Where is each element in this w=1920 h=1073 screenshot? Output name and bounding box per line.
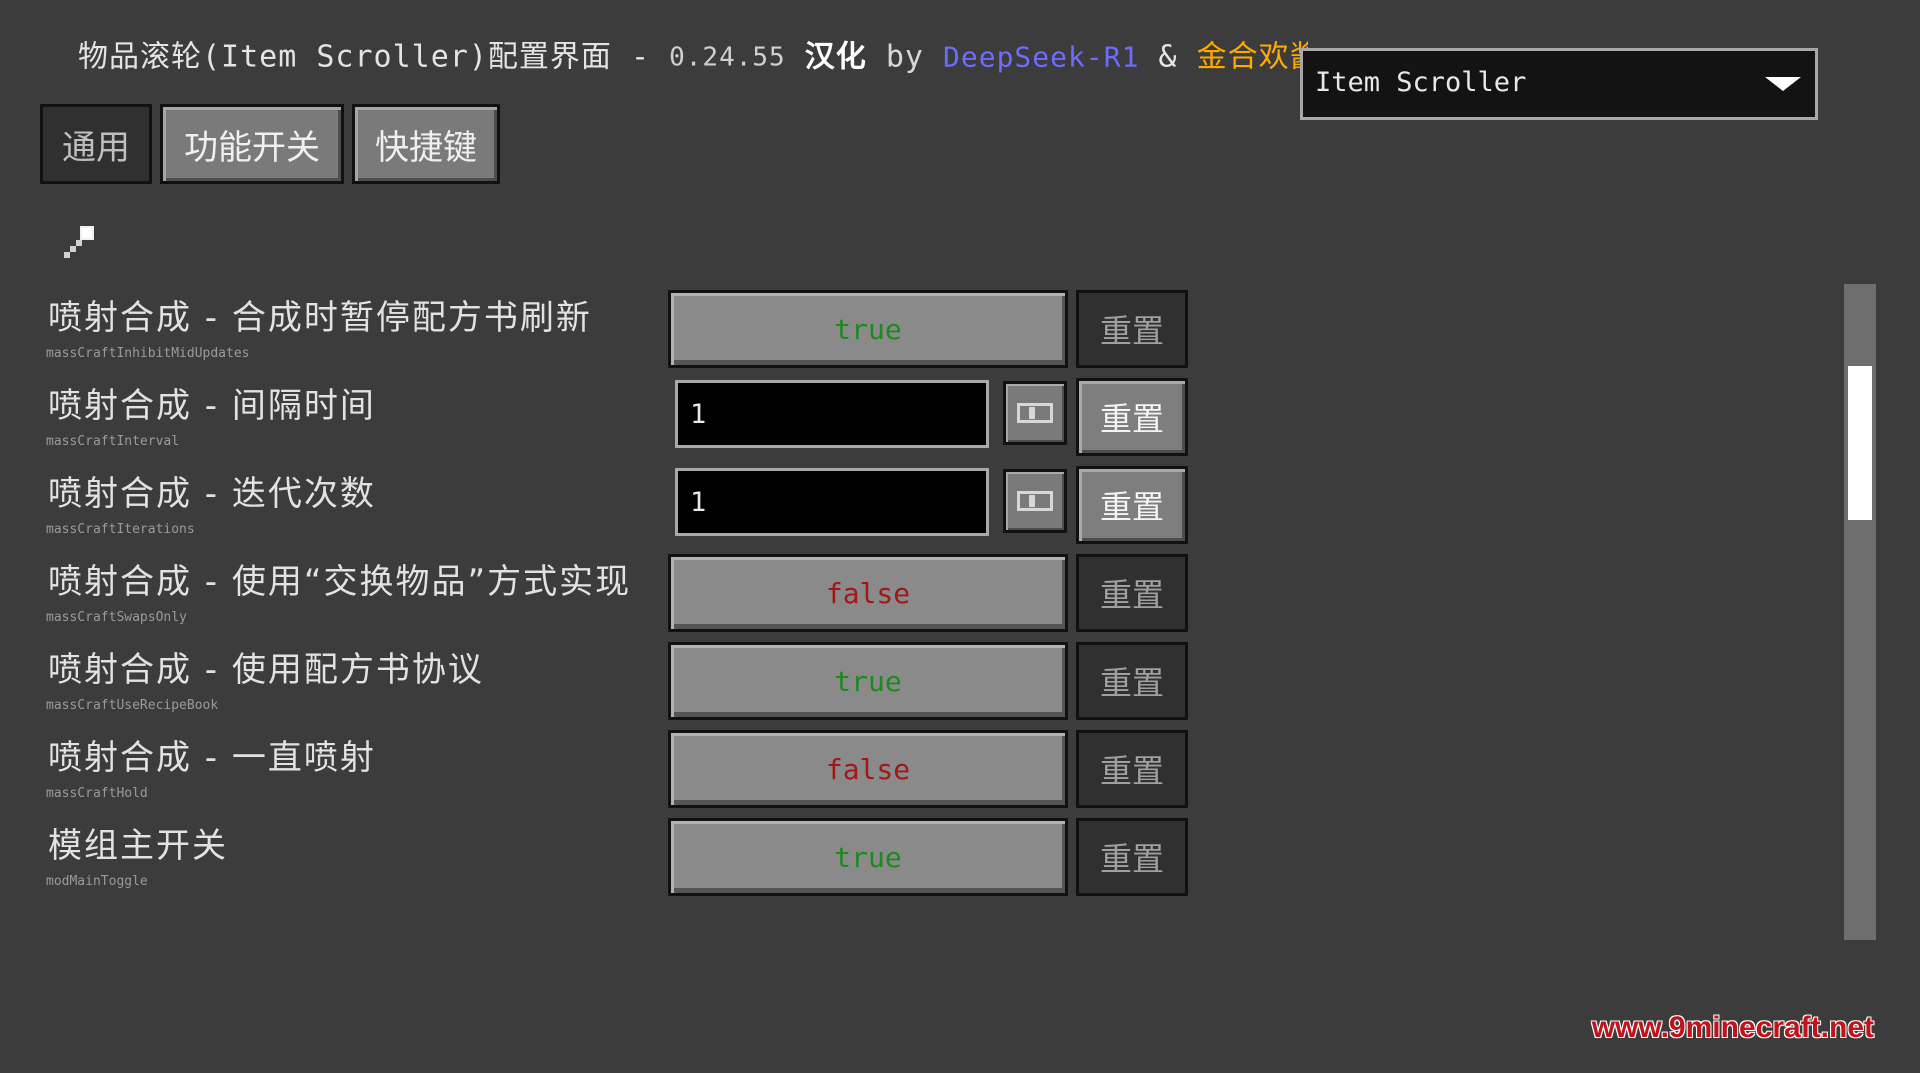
integer-input[interactable]: 1 bbox=[675, 468, 989, 536]
title-by: by bbox=[885, 39, 943, 75]
title-amp: & bbox=[1139, 39, 1197, 75]
slider-icon bbox=[1017, 491, 1053, 511]
title-main: 物品滚轮(Item Scroller)配置界面 - bbox=[78, 39, 670, 75]
option-row-mass-craft-swaps-only: 喷射合成 - 使用“交换物品”方式实现 massCraftSwapsOnly f… bbox=[0, 554, 1200, 634]
option-label: 喷射合成 - 合成时暂停配方书刷新 bbox=[48, 298, 592, 338]
slider-toggle-button[interactable] bbox=[1003, 469, 1067, 533]
reset-button[interactable]: 重置 bbox=[1076, 378, 1188, 456]
tab-hotkeys[interactable]: 快捷键 bbox=[352, 104, 500, 184]
reset-button[interactable]: 重置 bbox=[1076, 818, 1188, 896]
option-row-mass-craft-inhibit: 喷射合成 - 合成时暂停配方书刷新 massCraftInhibitMidUpd… bbox=[0, 290, 1200, 370]
option-key: massCraftHold bbox=[46, 786, 148, 801]
watermark: www.9minecraft.net bbox=[1591, 1011, 1874, 1044]
tab-general[interactable]: 通用 bbox=[40, 104, 152, 184]
boolean-toggle-button[interactable]: true bbox=[668, 642, 1068, 720]
title-deepseek: DeepSeek-R1 bbox=[943, 40, 1140, 74]
tab-feature-toggles[interactable]: 功能开关 bbox=[160, 104, 344, 184]
option-label: 喷射合成 - 间隔时间 bbox=[48, 386, 376, 426]
option-label: 喷射合成 - 迭代次数 bbox=[48, 474, 376, 514]
option-key: massCraftSwapsOnly bbox=[46, 610, 187, 625]
title-han: 汉化 bbox=[785, 39, 886, 75]
title-jin: 金合欢酱(acac bbox=[1196, 39, 1308, 75]
reset-button[interactable]: 重置 bbox=[1076, 554, 1188, 632]
window-title: 物品滚轮(Item Scroller)配置界面 - 0.24.55 汉化 by … bbox=[78, 34, 1308, 80]
option-label: 喷射合成 - 使用配方书协议 bbox=[48, 650, 484, 690]
mod-selector-dropdown[interactable]: Item Scroller bbox=[1300, 48, 1818, 120]
option-row-mass-craft-hold: 喷射合成 - 一直喷射 massCraftHold false 重置 bbox=[0, 730, 1200, 810]
mod-selector-value: Item Scroller bbox=[1315, 67, 1527, 98]
reset-button[interactable]: 重置 bbox=[1076, 466, 1188, 544]
option-label: 喷射合成 - 一直喷射 bbox=[48, 738, 376, 778]
chevron-down-icon bbox=[1765, 77, 1801, 91]
option-label: 模组主开关 bbox=[48, 826, 228, 866]
integer-input[interactable]: 1 bbox=[675, 380, 989, 448]
option-key: modMainToggle bbox=[46, 874, 148, 889]
boolean-toggle-button[interactable]: false bbox=[668, 730, 1068, 808]
search-icon[interactable] bbox=[60, 222, 104, 266]
option-row-mass-craft-use-recipe-book: 喷射合成 - 使用配方书协议 massCraftUseRecipeBook tr… bbox=[0, 642, 1200, 722]
slider-toggle-button[interactable] bbox=[1003, 381, 1067, 445]
option-row-mass-craft-iterations: 喷射合成 - 迭代次数 massCraftIterations 1 重置 bbox=[0, 466, 1200, 546]
boolean-toggle-button[interactable]: true bbox=[668, 290, 1068, 368]
scrollbar-thumb[interactable] bbox=[1848, 366, 1872, 520]
reset-button[interactable]: 重置 bbox=[1076, 290, 1188, 368]
boolean-toggle-button[interactable]: true bbox=[668, 818, 1068, 896]
option-key: massCraftIterations bbox=[46, 522, 195, 537]
boolean-toggle-button[interactable]: false bbox=[668, 554, 1068, 632]
option-row-mod-main-toggle: 模组主开关 modMainToggle true 重置 bbox=[0, 818, 1200, 898]
option-key: massCraftInterval bbox=[46, 434, 180, 449]
reset-button[interactable]: 重置 bbox=[1076, 642, 1188, 720]
option-row-mass-craft-interval: 喷射合成 - 间隔时间 massCraftInterval 1 重置 bbox=[0, 378, 1200, 458]
option-label: 喷射合成 - 使用“交换物品”方式实现 bbox=[48, 562, 632, 602]
slider-icon bbox=[1017, 403, 1053, 423]
option-key: massCraftUseRecipeBook bbox=[46, 698, 219, 713]
option-key: massCraftInhibitMidUpdates bbox=[46, 346, 250, 361]
title-version: 0.24.55 bbox=[669, 42, 786, 73]
reset-button[interactable]: 重置 bbox=[1076, 730, 1188, 808]
